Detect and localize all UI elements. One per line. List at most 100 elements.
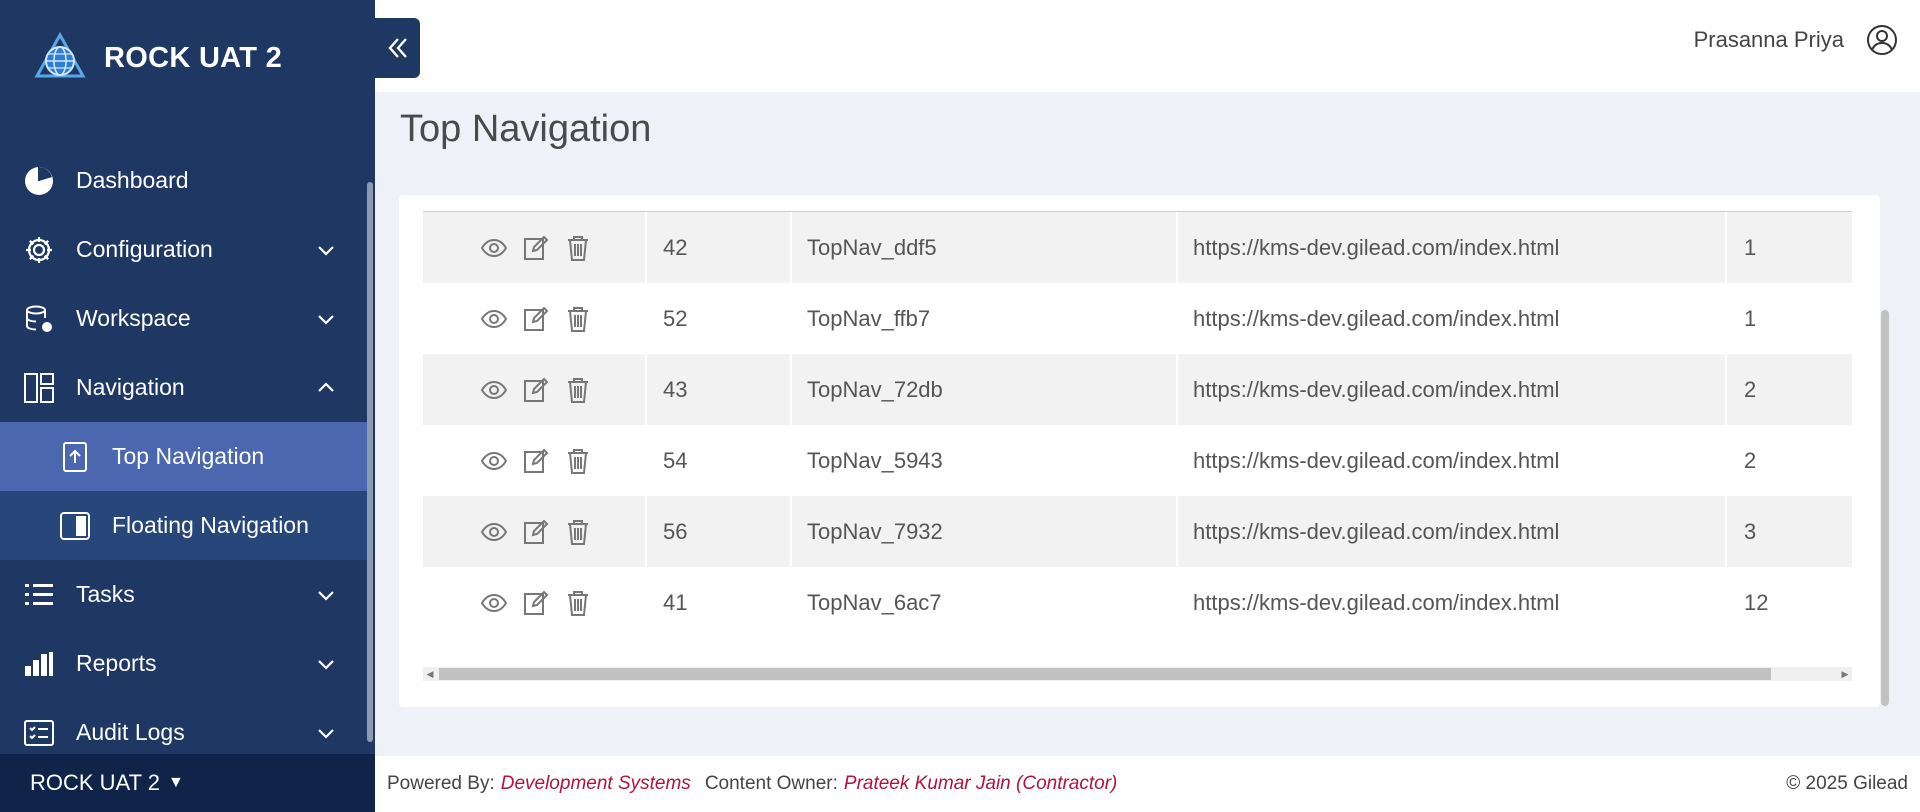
brand[interactable]: ROCK UAT 2: [34, 30, 282, 86]
cell-order: 3: [1744, 518, 1757, 544]
edit-icon[interactable]: [521, 233, 551, 263]
double-chevron-left-icon: [387, 38, 407, 58]
cell-name: TopNav_ffb7: [792, 283, 1178, 354]
content-owner-link[interactable]: Prateek Kumar Jain (Contractor): [844, 773, 1118, 795]
eye-icon[interactable]: [479, 375, 509, 405]
page-title: Top Navigation: [400, 108, 652, 150]
cell-url: https://kms-dev.gilead.com/index.html: [1178, 354, 1727, 425]
table-row: 54 TopNav_5943 https://kms-dev.gilead.com/…: [423, 425, 1852, 496]
checklist-icon: [22, 716, 56, 750]
edit-icon[interactable]: [521, 304, 551, 334]
cell-name: TopNav_5943: [792, 425, 1178, 496]
cell-order: 1: [1744, 305, 1757, 331]
collapse-sidebar-button[interactable]: [375, 18, 420, 78]
sidebar-item-label: Floating Navigation: [112, 512, 309, 538]
table-row: 42 TopNav_ddf5 https://kms-dev.gilead.com/…: [423, 212, 1852, 283]
pie-chart-icon: [22, 164, 56, 198]
sidebar-subitem-floating-navigation[interactable]: Floating Navigation: [0, 491, 367, 560]
powered-by-label: Powered By:: [387, 773, 495, 794]
sidebar-item-label: Reports: [76, 650, 157, 676]
row-actions: [423, 496, 647, 567]
sidebar-item-dashboard[interactable]: Dashboard: [0, 146, 367, 215]
edit-icon[interactable]: [521, 375, 551, 405]
sidebar-item-tasks[interactable]: Tasks: [0, 560, 367, 629]
page-footer: Powered By: Development Systems Content …: [375, 756, 1920, 812]
chevron-down-icon: [318, 728, 334, 739]
cell-id: 52: [647, 283, 792, 354]
cell-order: 1: [1744, 234, 1757, 260]
sidebar-item-reports[interactable]: Reports: [0, 629, 367, 698]
cell-id: 56: [647, 496, 792, 567]
sidebar-item-label: Top Navigation: [112, 443, 265, 469]
chevron-down-icon: [318, 245, 334, 256]
gear-icon: [22, 233, 56, 267]
table-row: 43 TopNav_72db https://kms-dev.gilead.com/…: [423, 354, 1852, 425]
trash-icon[interactable]: [563, 517, 593, 547]
cell-order: 2: [1744, 447, 1757, 473]
cell-id: 41: [647, 567, 792, 638]
trash-icon[interactable]: [563, 233, 593, 263]
scroll-left-arrow-icon[interactable]: ◀: [423, 667, 437, 681]
cell-url: https://kms-dev.gilead.com/index.html: [1178, 212, 1727, 283]
cell-order: 2: [1744, 376, 1757, 402]
scroll-right-arrow-icon[interactable]: ▶: [1838, 667, 1852, 681]
chevron-down-icon: [318, 659, 334, 670]
trash-icon[interactable]: [563, 446, 593, 476]
eye-icon[interactable]: [479, 233, 509, 263]
table-card: 42 TopNav_ddf5 https://kms-dev.gilead.com/…: [399, 195, 1880, 707]
cell-name: TopNav_ddf5: [792, 212, 1178, 283]
eye-icon[interactable]: [479, 517, 509, 547]
row-actions: [423, 425, 647, 496]
data-table: 42 TopNav_ddf5 https://kms-dev.gilead.com/…: [423, 211, 1852, 651]
eye-icon[interactable]: [479, 446, 509, 476]
sidebar-panel-icon: [58, 509, 92, 543]
horizontal-scrollbar[interactable]: ◀ ▶: [423, 667, 1852, 681]
upload-file-icon: [58, 440, 92, 474]
vertical-scrollbar[interactable]: [1881, 310, 1889, 706]
top-header: Prasanna Priya: [375, 0, 1920, 92]
row-actions: [423, 354, 647, 425]
cell-id: 43: [647, 354, 792, 425]
table-row: 52 TopNav_ffb7 https://kms-dev.gilead.com/…: [423, 283, 1852, 354]
copyright: © 2025 Gilead: [1786, 773, 1908, 794]
chevron-up-icon: [318, 381, 334, 392]
sidebar-nav: Dashboard Configuration Workspace Naviga…: [0, 146, 367, 767]
database-gear-icon: [22, 302, 56, 336]
environment-selector[interactable]: ROCK UAT 2 ▼: [0, 754, 375, 812]
sidebar-item-workspace[interactable]: Workspace: [0, 284, 367, 353]
scrollbar-thumb[interactable]: [439, 668, 1771, 680]
table-row: 41 TopNav_6ac7 https://kms-dev.gilead.com/…: [423, 567, 1852, 638]
list-icon: [22, 578, 56, 612]
layout-icon: [22, 371, 56, 405]
row-actions: [423, 567, 647, 638]
powered-by-link[interactable]: Development Systems: [501, 773, 691, 795]
cell-id: 54: [647, 425, 792, 496]
sidebar: ROCK UAT 2 Dashboard Configuration Works…: [0, 0, 375, 812]
eye-icon[interactable]: [479, 588, 509, 618]
sidebar-item-label: Configuration: [76, 236, 213, 262]
bar-chart-icon: [22, 647, 56, 681]
eye-icon[interactable]: [479, 304, 509, 334]
user-menu[interactable]: Prasanna Priya: [1694, 24, 1898, 56]
app-title: ROCK UAT 2: [104, 41, 283, 74]
edit-icon[interactable]: [521, 517, 551, 547]
row-actions: [423, 283, 647, 354]
user-circle-icon: [1867, 25, 1897, 55]
cell-url: https://kms-dev.gilead.com/index.html: [1178, 425, 1727, 496]
environment-label: ROCK UAT 2: [30, 770, 160, 795]
chevron-down-icon: [318, 314, 334, 325]
caret-down-icon: ▼: [168, 774, 184, 791]
sidebar-item-label: Workspace: [76, 305, 191, 331]
sidebar-scrollbar[interactable]: [367, 182, 373, 742]
edit-icon[interactable]: [521, 588, 551, 618]
trash-icon[interactable]: [563, 304, 593, 334]
sidebar-item-label: Dashboard: [76, 167, 189, 193]
sidebar-item-configuration[interactable]: Configuration: [0, 215, 367, 284]
trash-icon[interactable]: [563, 375, 593, 405]
trash-icon[interactable]: [563, 588, 593, 618]
sidebar-item-navigation[interactable]: Navigation: [0, 353, 367, 422]
cell-name: TopNav_72db: [792, 354, 1178, 425]
sidebar-subitem-top-navigation[interactable]: Top Navigation: [0, 422, 367, 491]
edit-icon[interactable]: [521, 446, 551, 476]
cell-url: https://kms-dev.gilead.com/index.html: [1178, 567, 1727, 638]
